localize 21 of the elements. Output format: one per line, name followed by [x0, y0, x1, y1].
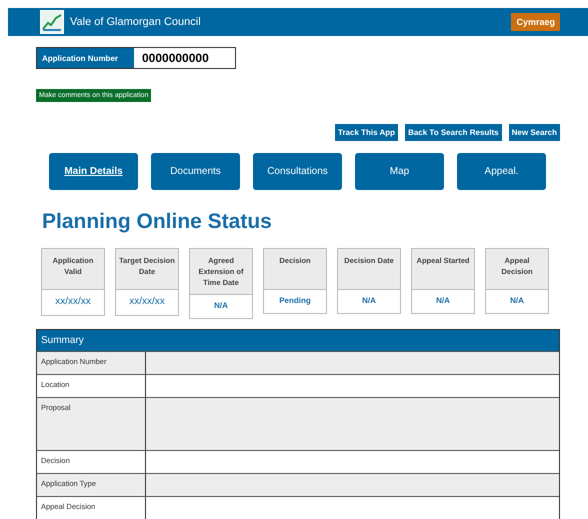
action-button[interactable]: Back To Search Results: [405, 124, 502, 141]
site-title: Vale of Glamorgan Council: [70, 16, 202, 28]
status-value: xx/xx/xx: [116, 289, 178, 315]
status-value: N/A: [412, 289, 474, 313]
logo-icon: [40, 10, 64, 34]
status-value: N/A: [190, 294, 252, 318]
application-number-label: Application Number: [37, 48, 134, 68]
tab[interactable]: Appeal.: [457, 153, 546, 190]
tab[interactable]: Documents: [151, 153, 240, 190]
status-value: xx/xx/xx: [42, 289, 104, 315]
status-value: N/A: [338, 289, 400, 313]
language-button[interactable]: Cymraeg: [511, 13, 560, 31]
action-button[interactable]: New Search: [508, 124, 560, 141]
status-value: N/A: [486, 289, 548, 313]
page-heading: Planning Online Status: [42, 210, 273, 234]
status-value: Pending: [264, 289, 326, 313]
tab[interactable]: Map: [355, 153, 444, 190]
tab[interactable]: Consultations: [253, 153, 342, 190]
action-button[interactable]: Track This App: [335, 124, 398, 141]
summary-header: Summary: [37, 330, 559, 351]
tab[interactable]: Main Details: [49, 153, 138, 190]
